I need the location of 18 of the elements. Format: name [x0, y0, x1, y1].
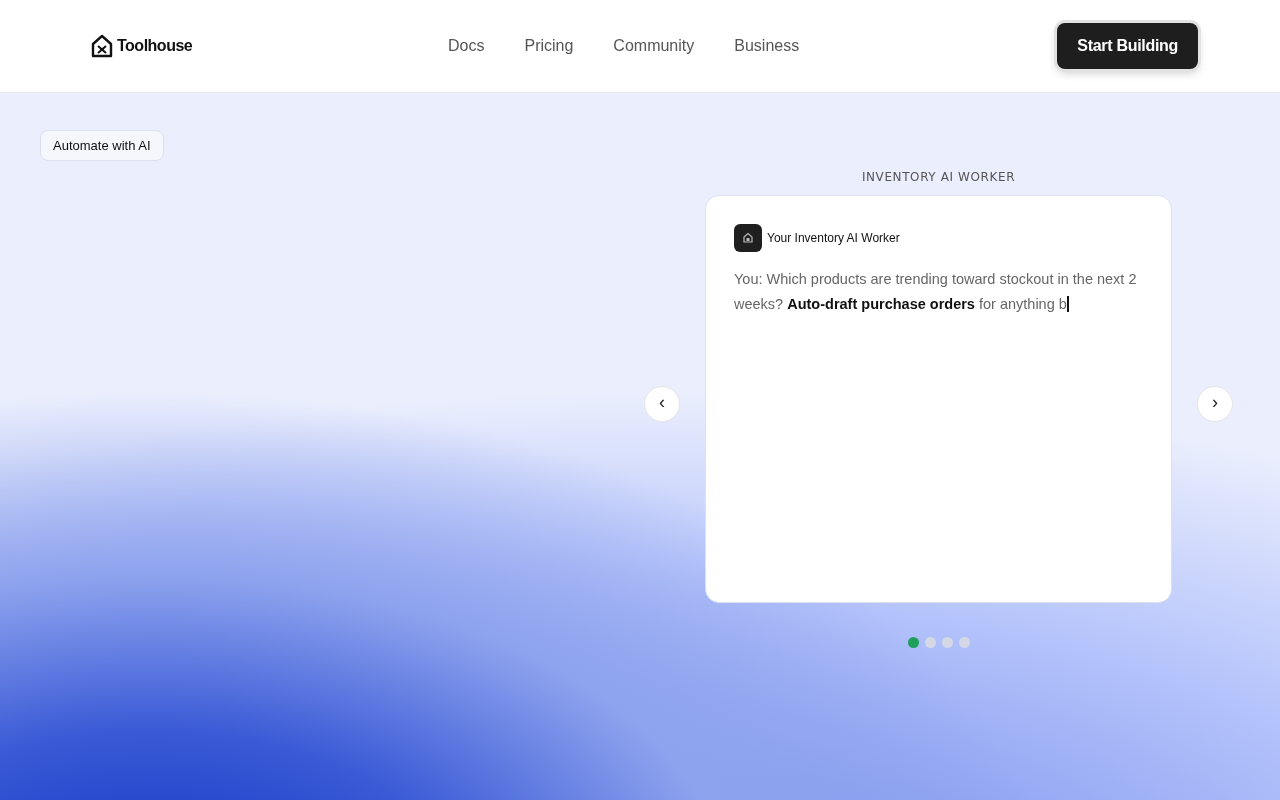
logo-wordmark[interactable]: Toolhouse	[117, 37, 193, 55]
chat-message: You: Which products are trending toward stockout in the next 2 weeks? Auto-draft purchase orders for anything b	[734, 267, 1137, 317]
nav-link[interactable]: Community	[613, 37, 695, 55]
start-building-button[interactable]: Start Building	[1057, 23, 1198, 69]
house-logo-icon	[90, 34, 114, 58]
nav-link[interactable]: Business	[734, 37, 800, 55]
nav-link[interactable]: Docs	[448, 37, 485, 55]
nav-link[interactable]: Pricing	[524, 37, 574, 55]
carousel-dot[interactable]	[924, 637, 936, 648]
carousel-title: INVENTORY AI WORKER	[861, 170, 1016, 184]
tag-chip: Automate with AI	[40, 130, 164, 161]
agent-name: Your Inventory AI Worker	[767, 231, 900, 245]
next-button[interactable]: ›	[1197, 386, 1233, 422]
carousel-dot[interactable]	[958, 637, 970, 648]
carousel-dot[interactable]	[907, 637, 919, 648]
previous-button[interactable]: ‹	[644, 386, 680, 422]
carousel-dot[interactable]	[941, 637, 953, 648]
house-avatar-icon	[734, 224, 762, 252]
